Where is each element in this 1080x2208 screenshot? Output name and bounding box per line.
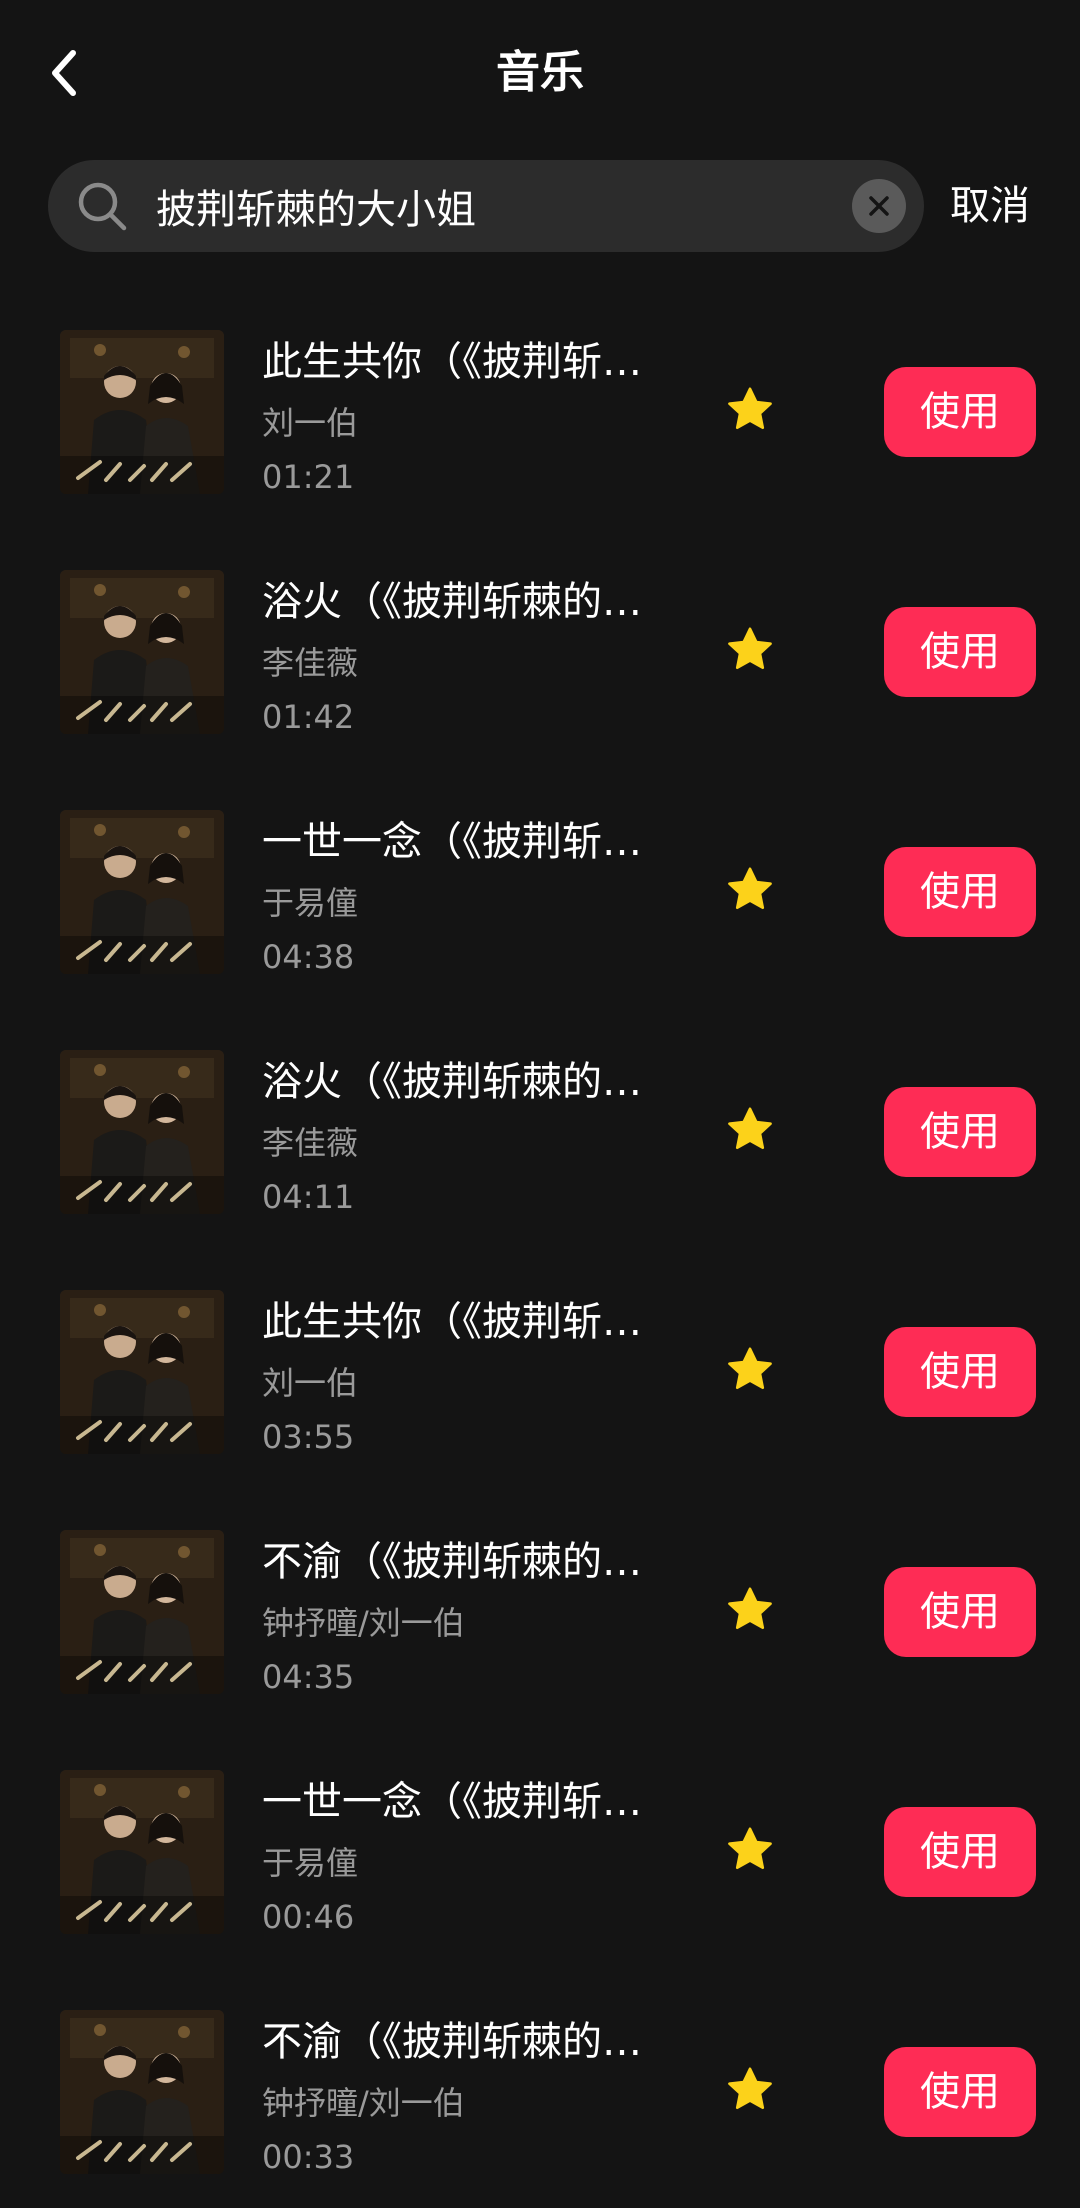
favorite-button[interactable] [722,1102,778,1158]
album-cover[interactable] [60,2010,224,2174]
song-row[interactable]: 此生共你（《披荆斩… 刘一伯 01:21 使用 [0,300,1080,540]
song-title: 此生共你（《披荆斩… [262,1299,642,1345]
album-cover-art [60,1530,224,1694]
song-duration: 01:42 [262,698,355,736]
song-duration: 03:55 [262,1418,355,1456]
favorite-button[interactable] [722,1582,778,1638]
song-row[interactable]: 浴火（《披荆斩棘的… 李佳薇 01:42 使用 [0,540,1080,780]
use-button[interactable]: 使用 [884,1567,1036,1657]
song-artist: 于易僮 [262,884,359,922]
star-icon [728,1827,772,1870]
song-title: 此生共你（《披荆斩… [262,339,642,385]
song-artist: 刘一伯 [262,1364,359,1402]
use-button[interactable]: 使用 [884,1327,1036,1417]
album-cover[interactable] [60,330,224,494]
song-duration: 04:11 [262,1178,355,1216]
song-duration: 00:46 [262,1898,355,1936]
song-row[interactable]: 此生共你（《披荆斩… 刘一伯 03:55 使用 [0,1260,1080,1500]
star-icon [728,387,772,430]
close-icon [869,196,889,216]
use-button[interactable]: 使用 [884,1087,1036,1177]
song-artist: 李佳薇 [262,1124,359,1162]
song-artist: 李佳薇 [262,644,359,682]
star-icon [728,1107,772,1150]
search-bar [48,160,924,252]
music-search-page: 音乐 取消 [0,0,1080,2208]
album-cover[interactable] [60,1290,224,1454]
album-cover[interactable] [60,570,224,734]
song-row[interactable]: 一世一念（《披荆斩… 于易僮 04:38 使用 [0,780,1080,1020]
star-icon [728,1347,772,1390]
song-title: 浴火（《披荆斩棘的… [262,1059,642,1105]
song-list: 此生共你（《披荆斩… 刘一伯 01:21 使用 浴火（《披荆斩棘的… 李佳薇 0… [0,300,1080,2208]
star-icon [728,2067,772,2110]
clear-search-button[interactable] [852,179,906,233]
use-button[interactable]: 使用 [884,2047,1036,2137]
favorite-button[interactable] [722,1342,778,1398]
favorite-button[interactable] [722,622,778,678]
favorite-button[interactable] [722,382,778,438]
album-cover-art [60,330,224,494]
album-cover[interactable] [60,1770,224,1934]
song-artist: 钟抒曈/刘一伯 [262,2084,465,2122]
song-title: 一世一念（《披荆斩… [262,1779,642,1825]
star-icon [728,627,772,670]
song-title: 浴火（《披荆斩棘的… [262,579,642,625]
album-cover[interactable] [60,810,224,974]
search-input[interactable] [156,160,796,252]
song-artist: 钟抒曈/刘一伯 [262,1604,465,1642]
use-button[interactable]: 使用 [884,1807,1036,1897]
song-row[interactable]: 一世一念（《披荆斩… 于易僮 00:46 使用 [0,1740,1080,1980]
album-cover[interactable] [60,1530,224,1694]
favorite-button[interactable] [722,1822,778,1878]
album-cover-art [60,810,224,974]
song-artist: 于易僮 [262,1844,359,1882]
song-row[interactable]: 不渝（《披荆斩棘的… 钟抒曈/刘一伯 04:35 使用 [0,1500,1080,1740]
cancel-button[interactable]: 取消 [950,160,1050,252]
favorite-button[interactable] [722,862,778,918]
album-cover-art [60,1050,224,1214]
use-button[interactable]: 使用 [884,847,1036,937]
song-title: 一世一念（《披荆斩… [262,819,642,865]
song-duration: 04:35 [262,1658,355,1696]
album-cover[interactable] [60,1050,224,1214]
use-button[interactable]: 使用 [884,607,1036,697]
search-icon [78,182,127,231]
album-cover-art [60,1290,224,1454]
use-button[interactable]: 使用 [884,367,1036,457]
star-icon [728,1587,772,1630]
header: 音乐 [0,0,1080,150]
song-title: 不渝（《披荆斩棘的… [262,1539,642,1585]
song-duration: 00:33 [262,2138,355,2176]
song-title: 不渝（《披荆斩棘的… [262,2019,642,2065]
song-duration: 04:38 [262,938,355,976]
album-cover-art [60,2010,224,2174]
page-title: 音乐 [496,47,584,98]
song-row[interactable]: 浴火（《披荆斩棘的… 李佳薇 04:11 使用 [0,1020,1080,1260]
song-artist: 刘一伯 [262,404,359,442]
favorite-button[interactable] [722,2062,778,2118]
song-row[interactable]: 不渝（《披荆斩棘的… 钟抒曈/刘一伯 00:33 使用 [0,1980,1080,2208]
album-cover-art [60,1770,224,1934]
album-cover-art [60,570,224,734]
song-duration: 01:21 [262,458,355,496]
star-icon [728,867,772,910]
